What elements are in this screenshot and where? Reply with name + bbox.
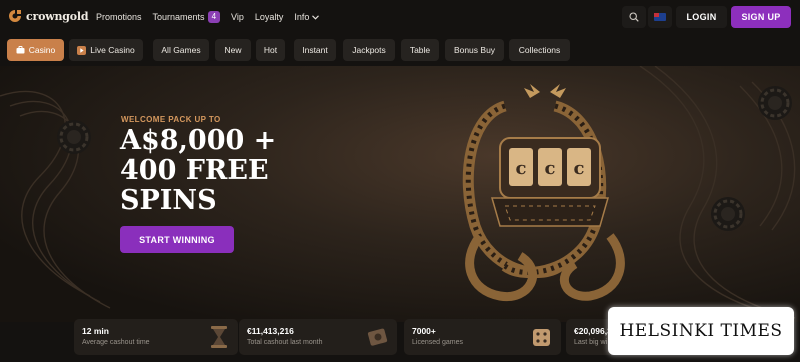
hero-banner: c c c WELCOME PACK UP TO A$8,000 + 400 F… [0,66,800,322]
search-button[interactable] [622,6,646,28]
category-live-casino-label: Live Casino [90,45,135,55]
chevron-down-icon [312,14,320,20]
search-icon [629,12,639,22]
signup-button[interactable]: SIGN UP [731,6,791,28]
promo-eyebrow: WELCOME PACK UP TO [121,115,221,124]
nav-info[interactable]: Info [294,11,320,23]
top-header: crowngold Promotions Tournaments 4 Vip L… [0,0,800,34]
category-hot[interactable]: Hot [256,39,285,61]
stat-value: €11,413,216 [247,326,294,336]
main-nav: Promotions Tournaments 4 Vip Loyalty Inf… [96,11,320,23]
helsinki-times-watermark: HELSINKI TIMES [608,307,794,355]
category-table[interactable]: Table [401,39,439,61]
hourglass-icon [211,326,227,348]
svg-text:c: c [516,158,527,179]
crowngold-logo-icon [9,10,21,22]
stat-card-cashout-time: 12 min Average cashout time [74,319,238,355]
start-winning-button[interactable]: START WINNING [120,226,234,253]
australia-flag-icon [654,13,666,21]
stat-label: Last big wi [574,339,608,346]
promo-headline-line-1: A$8,000 + [120,125,277,156]
promo-headline-line-2: 400 FREE [120,155,269,186]
casino-homepage: crowngold Promotions Tournaments 4 Vip L… [0,0,800,362]
stat-value: €20,096,3 [574,326,612,336]
category-instant[interactable]: Instant [294,39,336,61]
category-casino-label: Casino [28,45,56,55]
category-bonus-buy[interactable]: Bonus Buy [445,39,504,61]
category-jackpots[interactable]: Jackpots [343,39,395,61]
stat-card-licensed-games: 7000+ Licensed games [404,319,561,355]
nav-info-label: Info [294,12,310,22]
tournaments-count-badge: 4 [207,11,221,23]
play-icon [77,45,87,55]
login-button[interactable]: LOGIN [676,6,727,28]
stat-value: 12 min [82,326,109,336]
stat-label: Average cashout time [82,339,150,346]
promo-headline: A$8,000 + 400 FREE SPINS [120,126,320,216]
language-selector[interactable] [648,6,672,28]
category-all-games[interactable]: All Games [153,39,209,61]
category-new[interactable]: New [215,39,251,61]
cash-icon [367,328,388,346]
svg-text:c: c [574,158,585,179]
category-bar: Casino Live Casino All Games New Hot Ins… [0,34,800,66]
stat-card-total-cashout: €11,413,216 Total cashout last month [239,319,397,355]
brand-logo[interactable]: crowngold [8,9,89,23]
nav-tournaments-label: Tournaments [152,12,205,22]
dice-icon [533,329,550,346]
category-live-casino[interactable]: Live Casino [69,39,143,61]
category-casino[interactable]: Casino [7,39,64,61]
stat-value: 7000+ [412,326,436,336]
briefcase-icon [16,46,25,54]
nav-promotions[interactable]: Promotions [96,11,142,23]
svg-text:c: c [545,158,556,179]
promo-headline-line-3: SPINS [120,185,217,216]
watermark-text: HELSINKI TIMES [619,321,783,341]
stat-label: Total cashout last month [247,339,323,346]
brand-name: crowngold [26,9,89,23]
nav-vip[interactable]: Vip [231,11,244,23]
stat-label: Licensed games [412,339,463,346]
slot-machine-illustration: c c c [462,84,625,301]
nav-loyalty[interactable]: Loyalty [255,11,284,23]
category-collections[interactable]: Collections [509,39,570,61]
nav-tournaments[interactable]: Tournaments 4 [152,11,221,23]
